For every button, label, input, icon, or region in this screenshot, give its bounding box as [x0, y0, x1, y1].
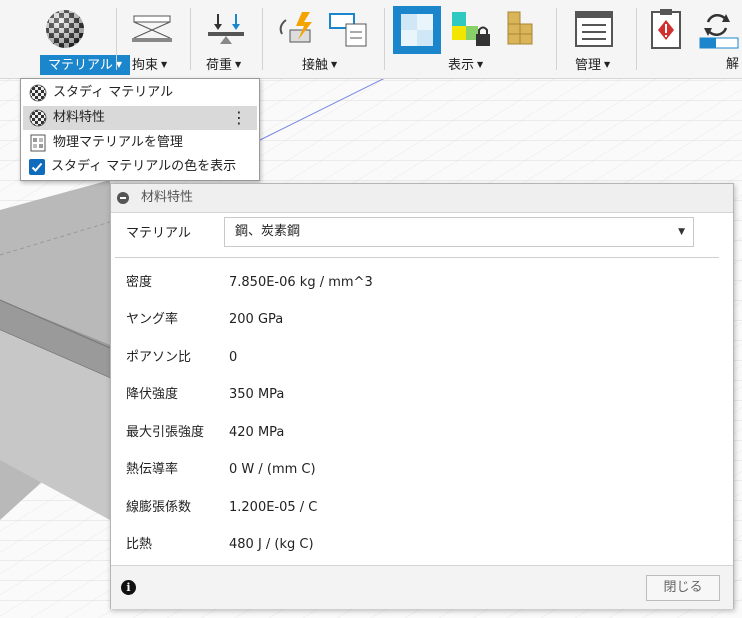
panel-header: 材料特性: [111, 184, 733, 213]
menu-item-label: スタディ マテリアルの色を表示: [51, 159, 237, 174]
property-value: 480 J / (kg C): [229, 537, 314, 552]
contact-label: 接触: [302, 58, 329, 73]
checker-sphere-icon: [29, 109, 47, 127]
constraint-group[interactable]: 拘束 ▼: [122, 0, 186, 78]
property-label: 密度: [126, 275, 153, 290]
checker-sphere-icon: [29, 84, 47, 102]
chevron-down-icon: ▼: [477, 60, 484, 69]
display-group[interactable]: 表示 ▼: [390, 0, 550, 78]
chevron-down-icon: ▼: [235, 60, 242, 69]
load-label: 荷重: [206, 58, 233, 73]
contact-group[interactable]: 接触 ▼: [270, 0, 380, 78]
menu-item-show-material-color[interactable]: スタディ マテリアルの色を表示: [23, 155, 257, 179]
info-icon[interactable]: i: [121, 580, 136, 595]
panel-footer: i 閉じる: [111, 565, 733, 609]
manage-label: 管理: [575, 58, 602, 73]
property-row-poisson-ratio: ポアソン比 0: [111, 347, 711, 369]
chevron-down-icon: ▼: [678, 227, 685, 237]
divider: [115, 257, 719, 258]
ribbon-divider: [262, 8, 263, 70]
load-group[interactable]: 荷重 ▼: [196, 0, 256, 78]
property-row-thermal-expansion: 線膨張係数 1.200E-05 / C: [111, 497, 711, 519]
material-sphere-icon: [46, 10, 84, 48]
property-value: 0: [229, 350, 238, 365]
property-row-youngs-modulus: ヤング率 200 GPa: [111, 309, 711, 331]
property-label: 降伏強度: [126, 387, 179, 402]
ribbon-toolbar: マテリアル ▼ 拘束 ▼ 荷重 ▼ 接触 ▼ 表示 ▼ 管理 ▼ 解: [0, 0, 742, 79]
chevron-down-icon: ▼: [331, 60, 338, 69]
property-label: 比熱: [126, 537, 153, 552]
property-value: 350 MPa: [229, 387, 285, 402]
menu-item-label: 材料特性: [53, 110, 106, 125]
property-row-ultimate-tensile-strength: 最大引張強度 420 MPa: [111, 422, 711, 444]
material-select[interactable]: 鋼、炭素鋼 ▼: [224, 217, 694, 247]
manage-group[interactable]: 管理 ▼: [562, 0, 630, 78]
property-label: 熱伝導率: [126, 462, 179, 477]
property-value: 200 GPa: [229, 312, 284, 327]
material-library-icon: [30, 134, 46, 152]
property-row-specific-heat: 比熱 480 J / (kg C): [111, 534, 711, 556]
close-button[interactable]: 閉じる: [646, 575, 720, 601]
menu-item-manage-physical-material[interactable]: 物理マテリアルを管理: [23, 131, 257, 155]
display-label: 表示: [448, 58, 475, 73]
ribbon-divider: [116, 8, 117, 70]
property-value: 420 MPa: [229, 425, 285, 440]
collapse-icon[interactable]: [117, 192, 129, 204]
solve-icon: [699, 13, 739, 49]
material-dropdown-menu: スタディ マテリアル 材料特性 ⋮ 物理マテリアルを管理 スタディ マテリアルの…: [20, 78, 260, 181]
property-row-thermal-conductivity: 熱伝導率 0 W / (mm C): [111, 459, 711, 481]
material-label: マテリアル: [48, 58, 113, 73]
material-select-value: 鋼、炭素鋼: [235, 224, 301, 239]
chevron-down-icon: ▼: [161, 60, 168, 69]
constraint-label: 拘束: [132, 58, 159, 73]
property-row-yield-strength: 降伏強度 350 MPa: [111, 384, 711, 406]
property-label: ヤング率: [126, 312, 179, 327]
chevron-down-icon: ▼: [604, 60, 611, 69]
property-value: 7.850E-06 kg / mm^3: [229, 275, 373, 290]
precheck-icon: [651, 9, 681, 49]
panel-title: 材料特性: [141, 190, 194, 205]
display-shape-icon: [507, 11, 533, 45]
material-field-label: マテリアル: [126, 226, 191, 241]
checkbox-checked-icon[interactable]: [29, 159, 45, 175]
ribbon-divider: [556, 8, 557, 70]
contact-manager-icon: [329, 13, 367, 47]
display-grid-icon: [401, 14, 433, 46]
menu-item-study-material[interactable]: スタディ マテリアル: [23, 81, 257, 105]
property-label: 最大引張強度: [126, 425, 205, 440]
material-properties-panel: 材料特性 マテリアル 鋼、炭素鋼 ▼ 密度 7.850E-06 kg / mm^…: [110, 183, 734, 609]
contact-auto-icon: [279, 12, 312, 43]
solve-group[interactable]: 解: [642, 0, 742, 78]
property-row-density: 密度 7.850E-06 kg / mm^3: [111, 272, 711, 294]
property-value: 0 W / (mm C): [229, 462, 316, 477]
property-value: 1.200E-05 / C: [229, 500, 318, 515]
display-mode-button[interactable]: [393, 6, 441, 54]
menu-item-label: 物理マテリアルを管理: [53, 135, 183, 150]
load-icon: [208, 14, 244, 44]
menu-item-label: スタディ マテリアル: [53, 85, 174, 100]
property-label: 線膨張係数: [126, 500, 192, 515]
material-group[interactable]: マテリアル ▼: [20, 0, 130, 78]
solve-label: 解: [726, 57, 740, 72]
more-options-icon[interactable]: ⋮: [231, 109, 247, 127]
menu-item-material-properties[interactable]: 材料特性 ⋮: [23, 106, 257, 130]
property-label: ポアソン比: [126, 350, 192, 365]
manage-settings-icon: [575, 11, 613, 47]
ribbon-divider: [636, 8, 637, 70]
ribbon-divider: [384, 8, 385, 70]
ribbon-divider: [190, 8, 191, 70]
display-lock-icon: [452, 12, 490, 46]
constraint-icon: [132, 15, 172, 42]
